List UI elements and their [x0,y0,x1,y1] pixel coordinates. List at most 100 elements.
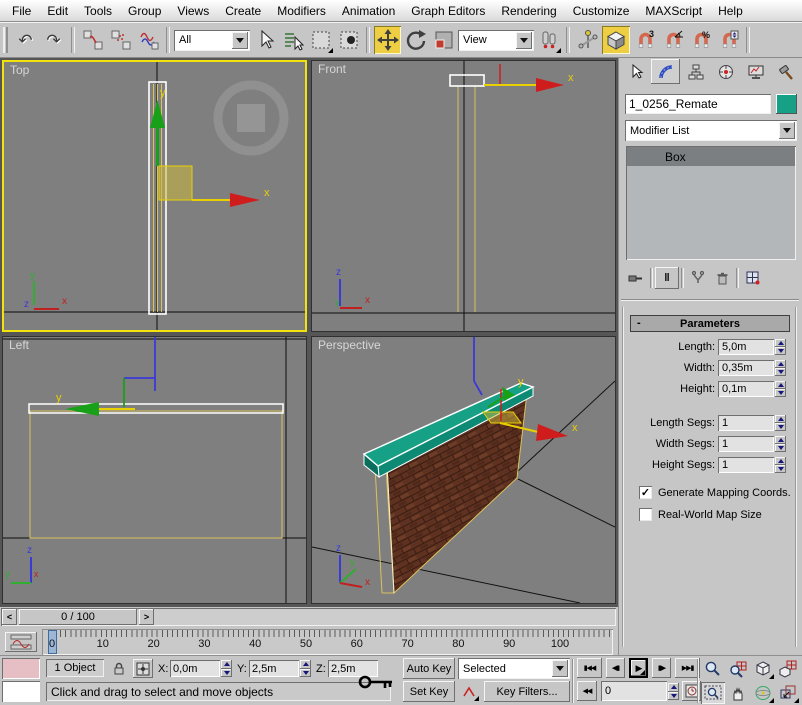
viewport-perspective-label[interactable]: Perspective [318,338,381,352]
select-and-rotate-button[interactable] [402,26,429,54]
menu-item-tools[interactable]: Tools [76,1,120,21]
pan-button[interactable] [726,682,750,704]
viewport-front-label[interactable]: Front [318,62,346,76]
zoom-extents-all-button[interactable] [776,658,800,680]
snap-3d-button[interactable]: 3 [631,26,658,54]
min-max-toggle-button[interactable] [776,682,800,704]
menu-item-help[interactable]: Help [710,1,751,21]
menu-item-modifiers[interactable]: Modifiers [269,1,334,21]
viewport-top-label[interactable]: Top [10,63,29,77]
key-mode-dropdown[interactable]: Selected [458,658,570,679]
viewport-top-canvas[interactable]: y x y z x [4,62,305,330]
remove-modifier-button[interactable] [710,267,734,289]
param-field-length-segs[interactable]: 1 [718,415,774,431]
spinner-snap-button[interactable] [715,26,742,54]
param-spinner-height-segs[interactable] [775,457,786,473]
tab-hierarchy[interactable] [681,59,710,84]
dropdown-arrow-icon[interactable] [516,32,532,49]
param-spinner-length-segs[interactable] [775,415,786,431]
go-to-start-button[interactable]: ▮◀◀ [577,658,602,678]
use-pivot-point-center-button[interactable] [535,26,562,54]
checkbox-generate-mapping-coords[interactable]: ✓ [639,486,652,499]
angle-snap-button[interactable] [659,26,686,54]
zoom-region-button[interactable] [701,682,725,704]
show-end-result-button[interactable]: ‖ [655,267,679,289]
absolute-mode-toggle[interactable] [133,659,153,678]
select-and-manipulate-button[interactable] [574,26,601,54]
previous-frame-button[interactable]: ◀▮ [606,658,625,678]
pin-stack-button[interactable] [624,267,648,289]
param-field-height[interactable]: 0,1m [718,381,774,397]
select-by-name-button[interactable] [279,26,306,54]
play-button[interactable]: ▶ [629,658,648,678]
object-color-swatch[interactable] [776,94,797,114]
redo-button[interactable]: ↷ [40,26,67,54]
dropdown-arrow-icon[interactable] [779,122,795,139]
x-coordinate-spinner[interactable] [221,660,232,677]
unlink-selection-button[interactable] [107,26,134,54]
param-field-height-segs[interactable]: 1 [718,457,774,473]
select-and-move-button[interactable] [374,26,401,54]
track-bar-ruler[interactable]: 0102030405060708090100 [42,629,613,655]
gizmo-x-arrow[interactable] [230,193,260,207]
selection-filter-dropdown[interactable]: All [174,30,250,51]
menu-item-customize[interactable]: Customize [565,1,638,21]
param-spinner-width-segs[interactable] [775,436,786,452]
tab-display[interactable] [741,59,770,84]
rectangular-selection-region-button[interactable] [307,26,334,54]
set-key-button[interactable]: Set Key [403,681,455,702]
viewport-perspective[interactable]: Perspective [311,336,616,604]
param-field-width-segs[interactable]: 1 [718,436,774,452]
gizmo-y-arrow[interactable] [150,100,165,128]
current-frame-field[interactable]: 0 [601,681,667,701]
dropdown-arrow-icon[interactable] [552,660,568,677]
open-mini-curve-editor-button[interactable] [5,632,37,652]
gizmo-x-arrow[interactable] [536,424,568,441]
maxscript-mini-listener-macro[interactable] [2,658,40,679]
zoom-all-button[interactable] [726,658,750,680]
checkbox-real-world-map-size[interactable] [639,508,652,521]
viewport-front-canvas[interactable]: x z y x [312,61,615,331]
viewport-left[interactable]: Left y z y [2,336,307,604]
modifier-list-dropdown[interactable]: Modifier List [625,120,797,141]
parameters-rollout-header[interactable]: - Parameters [630,315,790,332]
tab-utilities[interactable] [771,59,800,84]
menu-item-maxscript[interactable]: MAXScript [637,1,710,21]
viewport-left-label[interactable]: Left [9,338,29,352]
modifier-stack[interactable]: Box [626,146,796,260]
object-name-field[interactable]: 1_0256_Remate [625,94,771,114]
select-and-link-button[interactable] [79,26,106,54]
zoom-extents-button[interactable] [751,658,775,680]
arc-rotate-button[interactable] [751,682,775,704]
toolbar-drag-handle[interactable] [3,27,8,53]
menu-item-rendering[interactable]: Rendering [493,1,564,21]
menu-item-file[interactable]: File [4,1,39,21]
percent-snap-button[interactable]: % [687,26,714,54]
undo-button[interactable]: ↶ [12,26,39,54]
select-and-scale-button[interactable] [430,26,457,54]
selected-box-outline[interactable] [29,404,283,413]
y-coordinate-spinner[interactable] [300,660,311,677]
set-keys-button[interactable] [356,662,398,702]
reference-coordinate-system-dropdown[interactable]: View [458,30,534,51]
param-spinner-width[interactable] [775,360,786,376]
time-slider-prev-button[interactable]: < [2,609,17,625]
time-slider-next-button[interactable]: > [139,609,154,625]
previous-key-button[interactable]: ◀◀ [577,681,597,701]
key-filters-button[interactable]: Key Filters... [484,681,570,702]
param-field-width[interactable]: 0,35m [718,360,774,376]
menu-item-graph-editors[interactable]: Graph Editors [403,1,493,21]
tab-modify[interactable] [651,59,680,84]
gizmo-xy-plane-handle[interactable] [159,166,192,200]
maxscript-mini-listener[interactable] [2,681,40,702]
viewport-front[interactable]: Front x z y x [311,60,616,332]
make-unique-button[interactable] [686,267,710,289]
param-field-length[interactable]: 5,0m [718,339,774,355]
next-frame-button[interactable]: ▮▶ [652,658,671,678]
menu-item-edit[interactable]: Edit [39,1,76,21]
viewport-left-canvas[interactable]: y z y x [3,337,306,603]
menu-item-create[interactable]: Create [217,1,269,21]
zoom-button[interactable] [701,658,725,680]
auto-key-button[interactable]: Auto Key [403,658,455,679]
window-crossing-button[interactable] [335,26,362,54]
